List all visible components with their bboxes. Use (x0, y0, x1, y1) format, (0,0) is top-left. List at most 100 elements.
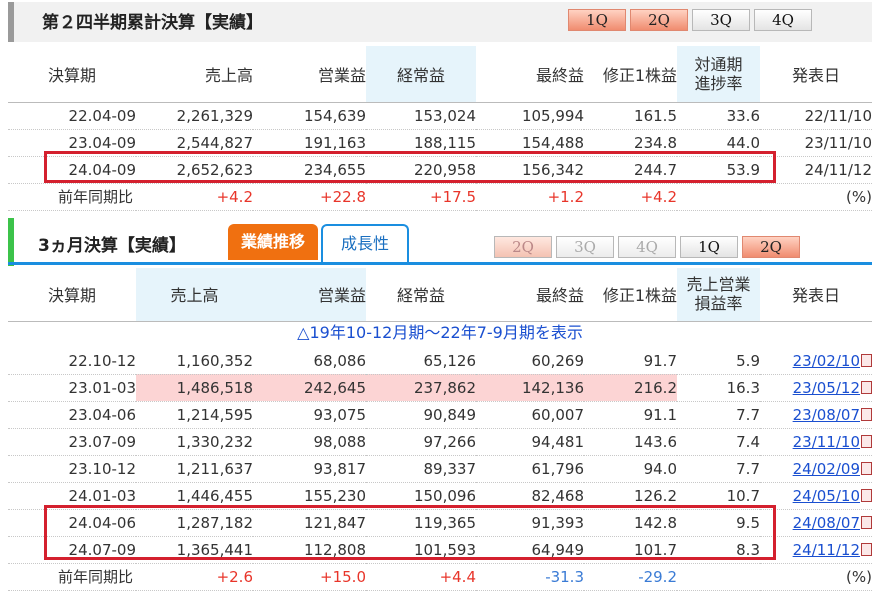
cell-ordinary: 89,337 (366, 455, 476, 483)
cell-date: 24/02/09 (760, 455, 872, 483)
tab-2q-prev[interactable]: 2Q (494, 236, 552, 258)
cell-operating: 68,086 (253, 347, 366, 375)
tab-2q[interactable]: 2Q (630, 9, 688, 31)
report-date-link[interactable]: 23/02/10 (793, 352, 860, 370)
cell-sales: 1,214,595 (136, 401, 253, 429)
cell-date: 23/02/10 (760, 347, 872, 375)
table-row: 23.10-12 1,211,637 93,817 89,337 61,796 … (8, 455, 872, 483)
yoy-progress (677, 183, 760, 211)
cell-sales: 1,160,352 (136, 347, 253, 375)
col-date: 発表日 (760, 268, 872, 322)
cell-eps: 91.1 (584, 401, 677, 429)
cell-date: 24/05/10 (760, 482, 872, 510)
yoy-operating: +15.0 (253, 563, 366, 591)
tab-1q[interactable]: 1Q (680, 236, 738, 258)
table-row: 23.07-09 1,330,232 98,088 97,266 94,481 … (8, 428, 872, 456)
cell-date: 23/11/10 (760, 129, 872, 157)
yoy-margin (677, 563, 760, 591)
col-sales: 売上高 (136, 268, 253, 322)
cell-date: 23/08/07 (760, 401, 872, 429)
col-operating: 営業益 (253, 268, 366, 322)
col-margin: 売上営業 損益率 (677, 268, 760, 322)
yoy-row: 前年同期比 +2.6 +15.0 +4.4 -31.3 -29.2 (%) (8, 563, 872, 591)
yoy-eps: -29.2 (584, 563, 677, 591)
yoy-label: 前年同期比 (8, 183, 136, 211)
cell-ordinary: 65,126 (366, 347, 476, 375)
col-period: 決算期 (8, 268, 136, 322)
tab-3q[interactable]: 3Q (556, 236, 614, 258)
col-eps: 修正1株益 (584, 268, 677, 322)
yoy-net: -31.3 (476, 563, 584, 591)
tab-1q[interactable]: 1Q (568, 9, 626, 31)
cell-operating: 93,817 (253, 455, 366, 483)
cell-margin: 7.7 (677, 455, 760, 483)
cell-date: 24/11/12 (760, 536, 872, 564)
table-row: 23.04-06 1,214,595 93,075 90,849 60,007 … (8, 401, 872, 429)
pdf-icon[interactable] (861, 353, 872, 367)
cell-net: 60,007 (476, 401, 584, 429)
yoy-operating: +22.8 (253, 183, 366, 211)
yoy-sales: +4.2 (136, 183, 253, 211)
table-row: 23.01-03 1,486,518 242,645 237,862 142,1… (8, 374, 872, 402)
cell-margin: 16.3 (677, 374, 760, 402)
highlight-box (44, 505, 776, 560)
cell-sales: 1,486,518 (136, 374, 253, 402)
cell-ordinary: 97,266 (366, 428, 476, 456)
report-date-link[interactable]: 23/05/12 (793, 379, 860, 397)
pdf-icon[interactable] (861, 488, 872, 502)
show-earlier-link[interactable]: △19年10-12月期～22年7-9月期を表示 (8, 321, 872, 345)
yoy-label: 前年同期比 (8, 563, 136, 591)
cell-margin: 7.7 (677, 401, 760, 429)
report-date-link[interactable]: 23/08/07 (793, 406, 860, 424)
cell-operating: 98,088 (253, 428, 366, 456)
report-date-link[interactable]: 24/08/07 (793, 514, 860, 532)
header-row: 決算期 売上高 営業益 経常益 最終益 修正1株益 売上営業 損益率 発表日 (8, 268, 872, 322)
yoy-ordinary: +17.5 (366, 183, 476, 211)
pdf-icon[interactable] (861, 380, 872, 394)
tab-3q[interactable]: 3Q (692, 9, 750, 31)
cell-net: 94,481 (476, 428, 584, 456)
report-date-link[interactable]: 24/02/09 (793, 460, 860, 478)
cell-sales: 1,211,637 (136, 455, 253, 483)
col-progress: 対通期 進捗率 (677, 46, 760, 103)
cell-eps: 161.5 (584, 102, 677, 130)
col-period: 決算期 (8, 46, 136, 103)
tab-growth[interactable]: 成長性 (321, 224, 409, 262)
cell-period: 23.10-12 (8, 455, 136, 483)
yoy-row: 前年同期比 +4.2 +22.8 +17.5 +1.2 +4.2 (%) (8, 183, 872, 211)
col-ordinary: 経常益 (366, 268, 476, 322)
pdf-icon[interactable] (861, 434, 872, 448)
cell-operating: 154,639 (253, 102, 366, 130)
col-net: 最終益 (476, 268, 584, 322)
cell-operating: 93,075 (253, 401, 366, 429)
tab-underline (8, 262, 872, 265)
tab-4q[interactable]: 4Q (618, 236, 676, 258)
col-date: 発表日 (760, 46, 872, 103)
col-operating: 営業益 (253, 46, 366, 103)
cell-date: 23/05/12 (760, 374, 872, 402)
cell-period: 23.04-06 (8, 401, 136, 429)
pdf-icon[interactable] (861, 407, 872, 421)
cell-margin: 5.9 (677, 347, 760, 375)
pdf-icon[interactable] (861, 542, 872, 556)
cell-ordinary: 90,849 (366, 401, 476, 429)
cell-net: 105,994 (476, 102, 584, 130)
tab-2q[interactable]: 2Q (742, 236, 800, 258)
report-date-link[interactable]: 24/05/10 (793, 487, 860, 505)
col-sales: 売上高 (136, 46, 253, 103)
cell-ordinary: 153,024 (366, 102, 476, 130)
tab-performance[interactable]: 業績推移 (228, 224, 318, 260)
report-date-link[interactable]: 23/11/10 (793, 433, 860, 451)
tab-4q[interactable]: 4Q (754, 9, 812, 31)
cell-eps: 143.6 (584, 428, 677, 456)
pdf-icon[interactable] (861, 515, 872, 529)
section2-title: 3ヵ月決算【実績】 (38, 236, 186, 256)
report-date-link[interactable]: 24/11/12 (793, 541, 860, 559)
highlight-box (44, 151, 776, 183)
cell-eps: 216.2 (584, 374, 677, 402)
cell-margin: 7.4 (677, 428, 760, 456)
pdf-icon[interactable] (861, 461, 872, 475)
cell-date: 24/08/07 (760, 509, 872, 537)
col-eps: 修正1株益 (584, 46, 677, 103)
cell-operating: 242,645 (253, 374, 366, 402)
